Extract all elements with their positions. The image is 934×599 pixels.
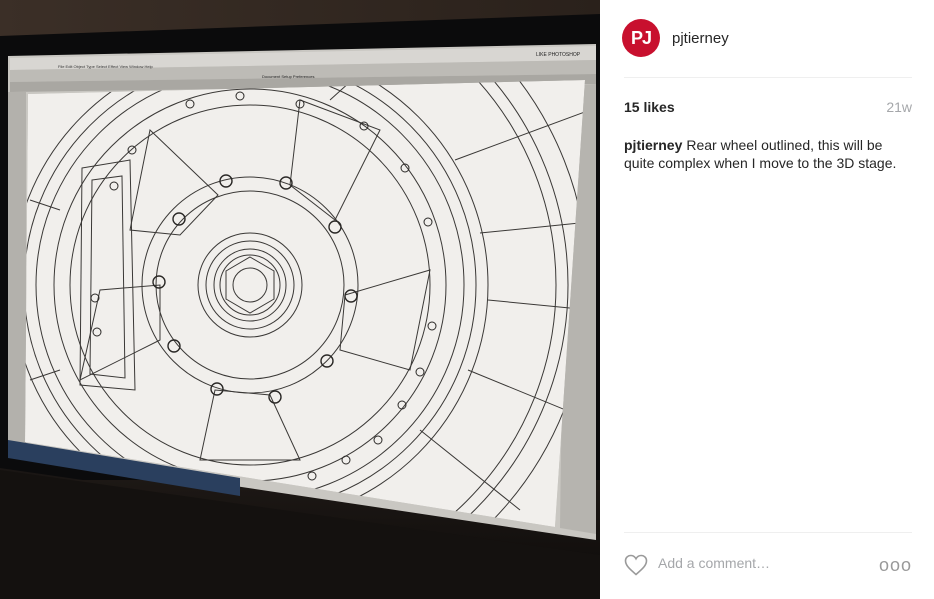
- post-age[interactable]: 21w: [886, 99, 912, 115]
- more-options-icon[interactable]: ooo: [879, 556, 912, 574]
- photo-doc-setup: Document Setup Preferences: [262, 74, 314, 79]
- photo-menu-text: File Edit Object Type Select Effect View…: [58, 64, 153, 69]
- post-header: PJ pjtierney: [622, 18, 729, 58]
- username-link[interactable]: pjtierney: [672, 30, 729, 47]
- comment-input[interactable]: [658, 555, 858, 571]
- monitor-photo-illustration: File Edit Object Type Select Effect View…: [0, 0, 600, 599]
- post-photo: File Edit Object Type Select Effect View…: [0, 0, 600, 599]
- post-caption: pjtierney Rear wheel outlined, this will …: [624, 136, 914, 172]
- header-divider: [624, 77, 912, 78]
- comment-divider: [624, 532, 912, 533]
- heart-icon[interactable]: [624, 554, 648, 576]
- caption-username[interactable]: pjtierney: [624, 137, 682, 153]
- photo-software-title: LIKE PHOTOSHOP: [536, 52, 581, 58]
- post-side-panel: PJ pjtierney 15 likes 21w pjtierney Rear …: [600, 0, 934, 599]
- avatar[interactable]: PJ: [622, 19, 660, 57]
- likes-count[interactable]: 15 likes: [624, 99, 675, 115]
